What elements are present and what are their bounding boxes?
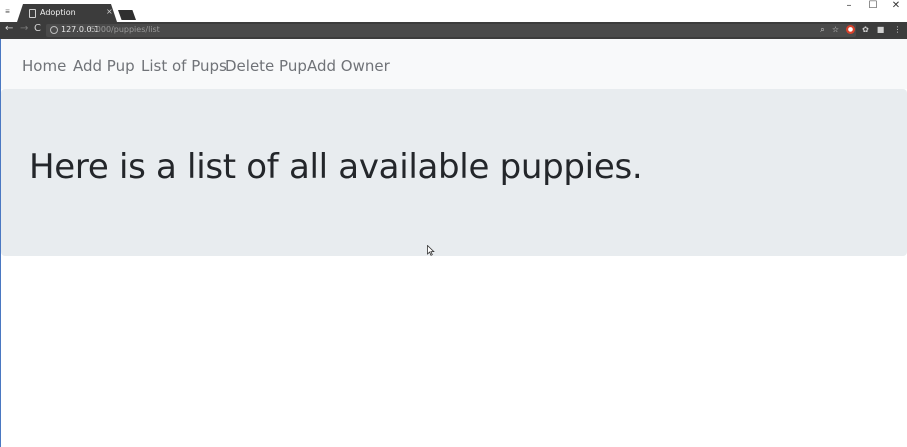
browser-tab[interactable]: Adoption × <box>17 4 117 22</box>
nav-link-add-pup[interactable]: Add Pup <box>73 57 135 75</box>
nav-link-add-owner[interactable]: Add Owner <box>307 57 390 75</box>
reload-icon[interactable]: C <box>34 23 41 34</box>
browser-toolbar: ← → C 127.0.0.1 :5000/puppies/list ⌕ ☆ ●… <box>0 22 907 39</box>
browser-titlebar: ≡ Adoption × – ☐ ✕ <box>0 0 907 22</box>
page-icon <box>29 9 36 18</box>
extension-gear-icon[interactable]: ✿ <box>861 25 870 34</box>
zoom-icon[interactable]: ⌕ <box>818 25 827 34</box>
site-navbar: Home Add Pup List of Pups Delete Pup Add… <box>1 39 907 89</box>
maximize-button[interactable]: ☐ <box>862 0 884 18</box>
info-icon[interactable] <box>50 26 58 34</box>
back-arrow-icon[interactable]: ← <box>5 23 13 34</box>
nav-link-home[interactable]: Home <box>22 57 66 75</box>
jumbotron: Here is a list of all available puppies. <box>1 89 907 256</box>
tab-close-icon[interactable]: × <box>106 7 113 16</box>
forward-arrow-icon[interactable]: → <box>20 23 28 34</box>
tab-title: Adoption <box>40 8 76 17</box>
extension-red-icon[interactable]: ● <box>846 25 855 34</box>
url-path: :5000/puppies/list <box>88 25 160 34</box>
address-bar[interactable]: 127.0.0.1 :5000/puppies/list <box>46 24 856 37</box>
menu-dots-icon[interactable]: ⋮ <box>893 25 902 34</box>
minimize-button[interactable]: – <box>838 0 860 18</box>
nav-link-list-of-pups[interactable]: List of Pups <box>141 57 227 75</box>
star-icon[interactable]: ☆ <box>831 25 840 34</box>
close-window-button[interactable]: ✕ <box>885 0 907 18</box>
mouse-cursor-icon <box>427 245 435 256</box>
page-heading: Here is a list of all available puppies. <box>29 147 643 187</box>
page-viewport: Home Add Pup List of Pups Delete Pup Add… <box>0 39 907 447</box>
extension-dark-icon[interactable]: ■ <box>876 25 885 34</box>
nav-link-delete-pup[interactable]: Delete Pup <box>225 57 307 75</box>
new-tab-button[interactable] <box>118 10 136 20</box>
app-menu-icon[interactable]: ≡ <box>3 7 12 16</box>
